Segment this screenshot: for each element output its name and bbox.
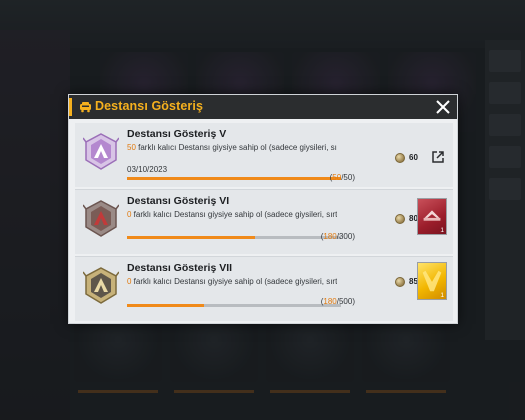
- progress-target: 50: [343, 173, 353, 182]
- reward-count: 1: [440, 227, 444, 234]
- progress-current: 180: [323, 232, 337, 241]
- completion-date: 03/10/2023: [127, 165, 168, 174]
- points-coin-icon: [395, 153, 405, 163]
- share-icon[interactable]: [431, 150, 445, 164]
- modal-header: Destansı Gösteriş: [69, 95, 457, 119]
- progress-text: (180/300): [320, 232, 355, 241]
- reward-count: 1: [440, 292, 444, 299]
- achievement-row: Destansı Gösteriş V 50 farklı kalıcı Des…: [75, 123, 453, 190]
- trophy-car-icon: [80, 102, 91, 113]
- header-accent-bar: [69, 98, 72, 116]
- progress-bar: [127, 304, 341, 307]
- description-text: farklı kalıcı Destansı giysiye sahip ol …: [135, 143, 337, 152]
- reward-item[interactable]: 1: [417, 198, 447, 235]
- close-icon[interactable]: [433, 96, 453, 118]
- achievement-description: 0 farklı kalıcı Destansı giysiye sahip o…: [127, 210, 337, 219]
- progress-target: 500: [338, 297, 353, 306]
- description-text: farklı kalıcı Destansı giysiye sahip ol …: [131, 210, 337, 219]
- progress-current: 180: [323, 297, 337, 306]
- achievement-points: 60: [409, 153, 418, 162]
- description-count: 50: [127, 143, 136, 152]
- modal-title: Destansı Gösteriş: [95, 99, 203, 113]
- reward-item[interactable]: 1: [417, 262, 447, 300]
- achievement-row: Destansı Gösteriş VI 0 farklı kalıcı Des…: [75, 190, 453, 257]
- progress-fill: [127, 236, 256, 239]
- progress-current: 50: [332, 173, 342, 182]
- progress-fill: [127, 177, 341, 180]
- purple-emblem-icon: [83, 133, 119, 170]
- progress-bar: [127, 177, 341, 180]
- bronze-emblem-icon: [83, 200, 119, 237]
- points-coin-icon: [395, 277, 405, 287]
- achievement-name: Destansı Gösteriş VI: [127, 195, 230, 207]
- description-text: farklı kalıcı Destansı giysiye sahip ol …: [131, 277, 337, 286]
- progress-target: 300: [338, 232, 353, 241]
- achievement-modal: Destansı Gösteriş Destansı Gösteriş V 50…: [68, 94, 458, 324]
- progress-fill: [127, 304, 205, 307]
- progress-bar: [127, 236, 341, 239]
- progress-text: (180/500): [320, 297, 355, 306]
- gold-emblem-icon: [83, 267, 119, 304]
- progress-text: (50/50): [329, 173, 355, 182]
- achievement-row: Destansı Gösteriş VII 0 farklı kalıcı De…: [75, 257, 453, 324]
- achievement-name: Destansı Gösteriş V: [127, 128, 227, 140]
- achievement-description: 0 farklı kalıcı Destansı giysiye sahip o…: [127, 277, 337, 286]
- achievement-description: 50 farklı kalıcı Destansı giysiye sahip …: [127, 143, 337, 152]
- achievement-name: Destansı Gösteriş VII: [127, 262, 233, 274]
- points-coin-icon: [395, 214, 405, 224]
